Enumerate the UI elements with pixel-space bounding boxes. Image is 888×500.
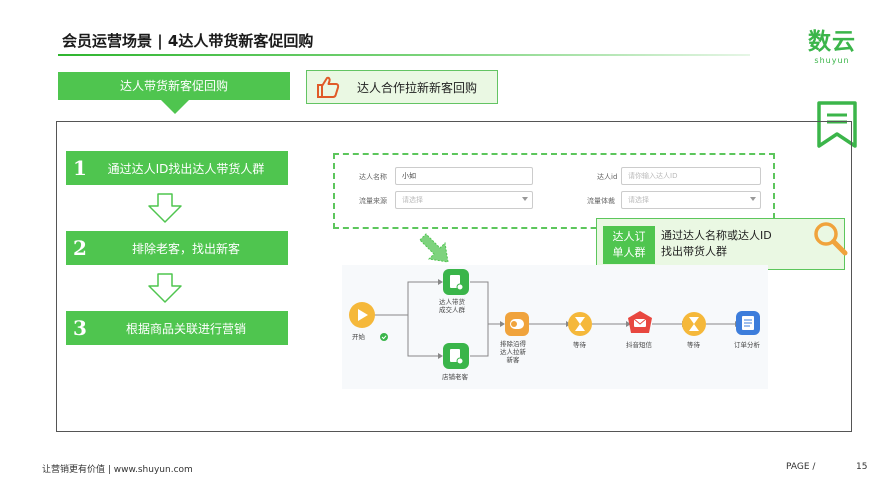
footer-page-label: PAGE / [786, 462, 816, 472]
wait-2-label: 等待 [687, 341, 700, 349]
tab-scenario-active[interactable]: 达人带货新客促回购 [58, 72, 290, 100]
step-1: 1 通过达人ID找出达人带货人群 [66, 151, 288, 185]
thumbs-up-icon [317, 76, 340, 98]
step-text: 通过达人ID找出达人带货人群 [107, 161, 265, 176]
down-arrow-icon [148, 273, 182, 303]
chevron-down-icon [750, 197, 756, 201]
exclude-label-line2: 达人拉新 [500, 348, 526, 356]
exclude-label-line1: 排除沿得 [500, 340, 526, 348]
callout-tag-line1: 达人订 [612, 230, 646, 243]
callout-description: 通过达人名称或达人ID 找出带货人群 [661, 228, 772, 260]
influencer-id-input[interactable]: 请你输入达人ID [621, 167, 761, 185]
influencer-name-label: 达人名称 [359, 173, 387, 181]
step-text: 排除老客，找出新客 [131, 241, 240, 256]
title-underline [58, 54, 750, 56]
douyin-sms-label: 抖音短信 [626, 341, 652, 349]
logo-text-en: shuyun [814, 56, 850, 65]
douyin-sms-node[interactable] [628, 311, 652, 333]
exclude-node-label: 排除沿得 达人拉新 新客 [500, 340, 526, 364]
order-analysis-node[interactable] [736, 311, 760, 335]
traffic-source-label: 流量来源 [359, 197, 387, 205]
down-arrow-icon [148, 193, 182, 223]
wait-node-2[interactable] [682, 312, 706, 336]
footer-slogan: 让营销更有价值 | www.shuyun.com [42, 465, 193, 475]
traffic-source-placeholder: 请选择 [402, 196, 423, 204]
callout-text-line2: 找出带货人群 [661, 245, 727, 258]
influencer-name-input[interactable]: 小如 [395, 167, 533, 185]
store-old-customer-label: 店铺老客 [442, 373, 468, 381]
exclude-label-line3: 新客 [506, 356, 520, 364]
logo-text-cn: 数云 [808, 29, 856, 55]
influencer-id-label: 达人id [597, 173, 618, 181]
tab-sub-label: 达人合作拉新新客回购 [357, 80, 478, 95]
wait-node-1[interactable] [568, 312, 592, 336]
traffic-genre-placeholder: 请选择 [628, 196, 649, 204]
check-icon [380, 333, 388, 341]
influencer-crowd-label-line1: 达人带货 [439, 298, 465, 306]
flow-connectors [349, 269, 760, 369]
tab-pointer [161, 100, 189, 114]
traffic-source-select[interactable]: 请选择 [395, 191, 533, 209]
callout-text-line1: 通过达人名称或达人ID [661, 229, 772, 242]
influencer-order-callout: 达人订 单人群 通过达人名称或达人ID 找出带货人群 [596, 218, 845, 270]
wait-1-label: 等待 [573, 341, 586, 349]
traffic-genre-select[interactable]: 请选择 [621, 191, 761, 209]
step-text: 根据商品关联进行营销 [125, 321, 246, 336]
search-icon [814, 222, 848, 256]
page-title: 会员运营场景 | 4达人带货新客促回购 [62, 32, 314, 50]
step-number: 3 [73, 316, 87, 340]
store-old-customer-node[interactable] [443, 343, 469, 369]
traffic-genre-label: 流量体裁 [587, 197, 615, 205]
order-analysis-label: 订单分析 [734, 341, 760, 349]
step-number: 1 [73, 156, 87, 180]
chevron-down-icon [522, 197, 528, 201]
callout-tag-line2: 单人群 [612, 246, 646, 259]
influencer-crowd-node[interactable] [443, 269, 469, 295]
campaign-flow-canvas: 开始 达人带货 成交人群 店铺老客 排除沿得 达人拉新 新客 等待 抖音短信 等… [342, 265, 768, 389]
step-number: 2 [73, 236, 87, 260]
callout-tag: 达人订 单人群 [603, 226, 655, 264]
footer-page-number: 15 [856, 462, 868, 472]
influencer-crowd-label: 达人带货 成交人群 [439, 298, 465, 314]
diagonal-arrow-icon [419, 233, 449, 263]
start-node[interactable] [349, 302, 375, 328]
step-3: 3 根据商品关联进行营销 [66, 311, 288, 345]
tab-scenario-sub[interactable]: 达人合作拉新新客回购 [306, 70, 498, 104]
influencer-crowd-label-line2: 成交人群 [439, 306, 465, 314]
brand-logo: 数云 shuyun [800, 28, 864, 66]
start-node-label: 开始 [352, 333, 365, 341]
step-2: 2 排除老客，找出新客 [66, 231, 288, 265]
exclude-node[interactable] [505, 312, 529, 336]
